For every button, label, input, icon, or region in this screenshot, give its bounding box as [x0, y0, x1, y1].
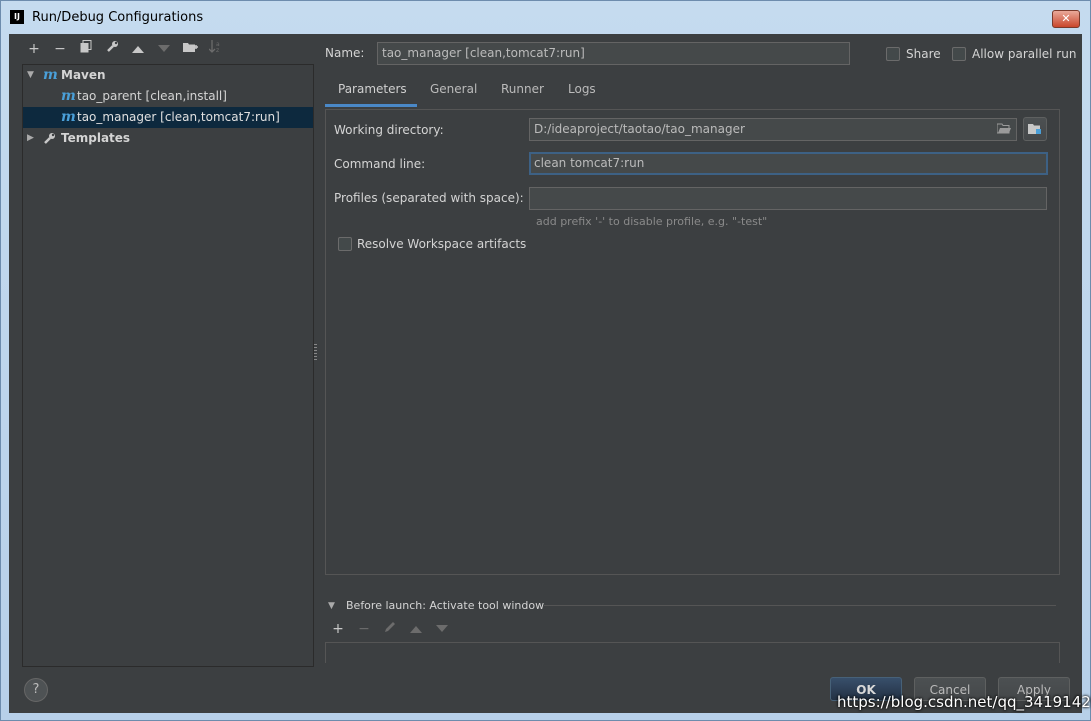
name-label: Name:	[325, 46, 365, 60]
copy-icon[interactable]	[77, 40, 95, 58]
dialog-content: + − az ▼ m Maven m tao_parent [clean,ins…	[9, 34, 1082, 713]
share-label: Share	[906, 47, 941, 61]
command-line-label: Command line:	[334, 157, 426, 171]
window-title: Run/Debug Configurations	[32, 10, 204, 25]
close-window-button[interactable]: ✕	[1052, 10, 1080, 28]
before-launch-label: Before launch: Activate tool window	[346, 599, 545, 612]
profiles-label: Profiles (separated with space):	[334, 191, 524, 205]
help-button[interactable]: ?	[24, 678, 48, 702]
tab-runner[interactable]: Runner	[501, 82, 544, 96]
expand-right-arrow-icon[interactable]: ▶	[27, 128, 34, 149]
tree-node-templates[interactable]: ▶ Templates	[23, 128, 313, 149]
sort-icon[interactable]: az	[207, 40, 225, 58]
profiles-hint: add prefix '-' to disable profile, e.g. …	[536, 215, 768, 228]
title-bar[interactable]: IJ Run/Debug Configurations ✕	[1, 1, 1090, 34]
intellij-app-icon: IJ	[10, 10, 24, 24]
arrow-up-icon[interactable]	[407, 620, 425, 638]
maven-icon: m	[61, 109, 76, 125]
share-checkbox[interactable]	[886, 47, 900, 61]
arrow-up-icon[interactable]	[129, 40, 147, 58]
templates-label: Templates	[61, 131, 131, 145]
splitter-handle[interactable]	[314, 344, 317, 360]
tree-item-tao-manager[interactable]: m tao_manager [clean,tomcat7:run]	[23, 107, 313, 128]
allow-parallel-checkbox[interactable]	[952, 47, 966, 61]
watermark-text: https://blog.csdn.net/qq_34191426	[837, 693, 1091, 711]
active-tab-indicator	[325, 104, 417, 107]
name-input[interactable]: tao_manager [clean,tomcat7:run]	[377, 42, 850, 65]
parameters-panel: Working directory: D:/ideaproject/taotao…	[325, 109, 1060, 575]
working-directory-label: Working directory:	[334, 123, 444, 137]
resolve-workspace-label: Resolve Workspace artifacts	[357, 237, 527, 251]
open-folder-icon[interactable]	[996, 123, 1011, 137]
folder-plus-icon[interactable]	[181, 40, 199, 58]
browse-module-button[interactable]	[1023, 117, 1047, 141]
working-directory-input[interactable]: D:/ideaproject/taotao/tao_manager	[529, 118, 1017, 141]
tab-parameters[interactable]: Parameters	[338, 82, 407, 96]
allow-parallel-label: Allow parallel run	[972, 47, 1077, 61]
before-launch-task-list[interactable]	[325, 642, 1060, 663]
minus-icon[interactable]: −	[355, 620, 373, 638]
before-launch-divider	[544, 605, 1056, 606]
maven-icon: m	[61, 88, 76, 104]
wrench-icon[interactable]	[103, 40, 121, 58]
tab-logs[interactable]: Logs	[568, 82, 596, 96]
configuration-tree[interactable]: ▼ m Maven m tao_parent [clean,install] m…	[22, 64, 314, 667]
maven-label: Maven	[61, 68, 106, 82]
resolve-workspace-checkbox[interactable]	[338, 237, 352, 251]
command-line-input[interactable]: clean tomcat7:run	[529, 152, 1048, 175]
profiles-input[interactable]	[529, 187, 1047, 210]
tree-item-tao-parent[interactable]: m tao_parent [clean,install]	[23, 86, 313, 107]
collapse-arrow-icon[interactable]: ▼	[328, 601, 335, 611]
maven-icon: m	[43, 67, 58, 83]
tab-general[interactable]: General	[430, 82, 477, 96]
svg-text:z: z	[216, 47, 219, 53]
arrow-down-icon[interactable]	[155, 40, 173, 58]
tree-item-label: tao_parent [clean,install]	[77, 89, 227, 103]
pencil-icon[interactable]	[381, 620, 399, 638]
plus-icon[interactable]: +	[25, 40, 43, 58]
minus-icon[interactable]: −	[51, 40, 69, 58]
plus-icon[interactable]: +	[329, 620, 347, 638]
arrow-down-icon[interactable]	[433, 620, 451, 638]
tree-item-label: tao_manager [clean,tomcat7:run]	[77, 110, 280, 124]
wrench-icon	[43, 131, 56, 152]
tree-node-maven[interactable]: ▼ m Maven	[23, 65, 313, 86]
expand-down-arrow-icon[interactable]: ▼	[27, 65, 34, 86]
dialog-window: IJ Run/Debug Configurations ✕ + − az ▼ m…	[0, 0, 1091, 721]
